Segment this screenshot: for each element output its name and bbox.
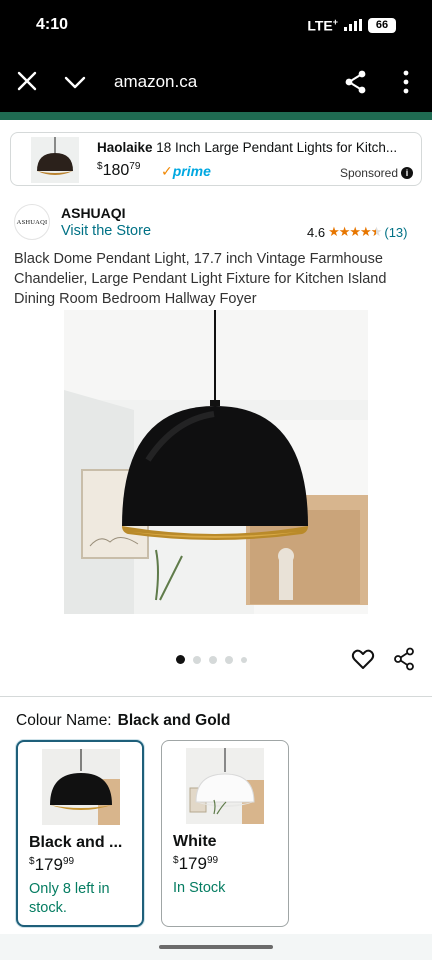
more-options-icon[interactable] [400, 70, 412, 94]
status-indicators: LTE+ 66 [307, 17, 396, 34]
share-icon[interactable] [393, 647, 415, 671]
sponsored-label[interactable]: Sponsored i [340, 166, 413, 180]
url-display[interactable]: amazon.ca [114, 72, 197, 92]
swatch-name: Black and ... [29, 834, 123, 851]
status-bar: 4:10 LTE+ 66 [0, 0, 432, 52]
prime-badge: ✓prime [161, 163, 211, 179]
signal-icon [344, 19, 362, 32]
swatch-name: White [173, 833, 217, 850]
carousel-dot[interactable] [209, 655, 217, 664]
swatch-price: $17999 [173, 854, 219, 873]
heart-icon[interactable] [351, 648, 375, 670]
stock-status: Only 8 left in stock. [29, 881, 110, 916]
pendant-lamp-photo [64, 310, 368, 614]
chevron-down-icon[interactable] [64, 72, 86, 92]
stock-status: In Stock [173, 880, 226, 896]
brand-name: ASHUAQI [61, 205, 126, 221]
home-indicator[interactable] [159, 945, 273, 949]
battery-icon: 66 [368, 17, 396, 33]
carousel-dot[interactable] [176, 655, 185, 664]
swatch-image [186, 748, 264, 824]
product-title: Black Dome Pendant Light, 17.7 inch Vint… [14, 251, 387, 307]
header-accent-strip [0, 112, 432, 120]
info-icon[interactable]: i [401, 167, 413, 179]
product-image[interactable] [64, 310, 368, 614]
network-type: LTE+ [307, 17, 338, 34]
carousel-dot[interactable] [241, 656, 247, 663]
image-carousel-dots[interactable] [176, 655, 247, 664]
close-icon[interactable] [16, 70, 38, 92]
sponsored-product-ad[interactable]: Haolaike 18 Inch Large Pendant Lights fo… [10, 132, 422, 186]
colour-option-white[interactable]: White $17999 In Stock [161, 740, 289, 927]
rating-summary[interactable]: 4.6 ★★★★★★ (13) [307, 224, 407, 240]
browser-toolbar: amazon.ca [0, 52, 432, 112]
brand-logo[interactable]: ASHUAQI [14, 204, 50, 240]
rating-value: 4.6 [307, 224, 326, 240]
status-time: 4:10 [36, 16, 69, 33]
swatch-image [42, 749, 120, 825]
ad-product-thumbnail [31, 137, 79, 183]
ad-title[interactable]: Haolaike 18 Inch Large Pendant Lights fo… [97, 140, 415, 155]
variation-label: Colour Name: Black and Gold [16, 712, 231, 729]
share-icon[interactable] [344, 69, 368, 95]
carousel-dot[interactable] [193, 655, 201, 664]
star-rating-icon: ★★★★★★ [328, 224, 382, 239]
section-divider [0, 696, 432, 697]
ad-price: $18079 [97, 161, 141, 179]
rating-count[interactable]: (13) [384, 225, 407, 240]
visit-store-link[interactable]: Visit the Store [61, 223, 151, 239]
carousel-dot[interactable] [225, 655, 233, 664]
colour-option-black-and-gold[interactable]: Black and ... $17999 Only 8 left in stoc… [16, 740, 144, 927]
swatch-price: $17999 [29, 855, 75, 874]
